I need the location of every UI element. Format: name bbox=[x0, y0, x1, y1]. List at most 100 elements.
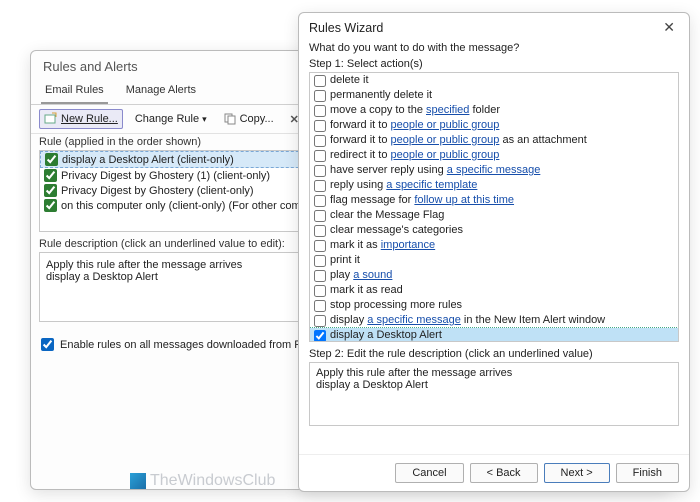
action-text: clear the Message Flag bbox=[330, 208, 444, 223]
change-rule-button[interactable]: Change Rule ▾ bbox=[131, 111, 211, 127]
step2-label: Step 2: Edit the rule description (click… bbox=[309, 342, 679, 362]
action-link[interactable]: a sound bbox=[353, 269, 392, 281]
action-link[interactable]: a specific message bbox=[447, 164, 541, 176]
action-row[interactable]: display a Desktop Alert bbox=[310, 328, 678, 342]
action-row[interactable]: stop processing more rules bbox=[310, 298, 678, 313]
action-text: permanently delete it bbox=[330, 88, 432, 103]
action-row[interactable]: delete it bbox=[310, 73, 678, 88]
action-row[interactable]: mark it as importance bbox=[310, 238, 678, 253]
action-link[interactable]: people or public group bbox=[391, 149, 500, 161]
action-text: move a copy to the specified folder bbox=[330, 103, 500, 118]
action-checkbox[interactable] bbox=[314, 90, 326, 102]
action-row[interactable]: flag message for follow up at this time bbox=[310, 193, 678, 208]
action-row[interactable]: permanently delete it bbox=[310, 88, 678, 103]
new-rule-button[interactable]: New Rule... bbox=[39, 109, 123, 129]
action-checkbox[interactable] bbox=[314, 180, 326, 192]
action-text: flag message for follow up at this time bbox=[330, 193, 514, 208]
rule-text: Privacy Digest by Ghostery (client-only) bbox=[61, 185, 254, 197]
action-text: reply using a specific template bbox=[330, 178, 477, 193]
wizard-header: Rules Wizard ✕ bbox=[299, 13, 689, 40]
action-link[interactable]: specified bbox=[426, 104, 469, 116]
change-rule-label: Change Rule bbox=[135, 113, 199, 125]
action-checkbox[interactable] bbox=[314, 195, 326, 207]
action-link[interactable]: people or public group bbox=[391, 119, 500, 131]
action-link[interactable]: a specific message bbox=[367, 314, 461, 326]
action-link[interactable]: follow up at this time bbox=[414, 194, 514, 206]
chevron-down-icon: ▾ bbox=[202, 114, 207, 125]
action-row[interactable]: play a sound bbox=[310, 268, 678, 283]
action-checkbox[interactable] bbox=[314, 300, 326, 312]
actions-list[interactable]: delete itpermanently delete itmove a cop… bbox=[309, 72, 679, 342]
rss-label: Enable rules on all messages downloaded … bbox=[60, 339, 327, 351]
action-text: display a specific message in the New It… bbox=[330, 313, 605, 328]
action-checkbox[interactable] bbox=[314, 315, 326, 327]
wizard-title: Rules Wizard bbox=[309, 21, 383, 35]
rules-wizard-window: Rules Wizard ✕ What do you want to do wi… bbox=[298, 12, 690, 492]
rule-checkbox[interactable] bbox=[45, 153, 58, 166]
action-row[interactable]: clear the Message Flag bbox=[310, 208, 678, 223]
rule-text: Privacy Digest by Ghostery (1) (client-o… bbox=[61, 170, 270, 182]
action-row[interactable]: clear message's categories bbox=[310, 223, 678, 238]
desc-line: Apply this rule after the message arrive… bbox=[316, 367, 672, 379]
action-row[interactable]: forward it to people or public group as … bbox=[310, 133, 678, 148]
action-text: mark it as importance bbox=[330, 238, 435, 253]
rss-checkbox[interactable] bbox=[41, 338, 54, 351]
action-checkbox[interactable] bbox=[314, 225, 326, 237]
rule-checkbox[interactable] bbox=[44, 199, 57, 212]
action-row[interactable]: display a specific message in the New It… bbox=[310, 313, 678, 328]
next-button[interactable]: Next > bbox=[544, 463, 610, 483]
new-rule-icon bbox=[44, 112, 58, 126]
action-row[interactable]: print it bbox=[310, 253, 678, 268]
action-text: forward it to people or public group bbox=[330, 118, 499, 133]
action-link[interactable]: a specific template bbox=[386, 179, 477, 191]
action-row[interactable]: move a copy to the specified folder bbox=[310, 103, 678, 118]
tab-manage-alerts[interactable]: Manage Alerts bbox=[122, 80, 200, 104]
action-text: redirect it to people or public group bbox=[330, 148, 499, 163]
action-checkbox[interactable] bbox=[314, 150, 326, 162]
action-checkbox[interactable] bbox=[314, 330, 326, 342]
wizard-prompt: What do you want to do with the message? bbox=[309, 42, 679, 58]
finish-button[interactable]: Finish bbox=[616, 463, 679, 483]
action-text: display a Desktop Alert bbox=[330, 328, 442, 342]
rule-text: display a Desktop Alert (client-only) bbox=[62, 154, 234, 166]
action-checkbox[interactable] bbox=[314, 135, 326, 147]
action-text: have server reply using a specific messa… bbox=[330, 163, 540, 178]
action-row[interactable]: redirect it to people or public group bbox=[310, 148, 678, 163]
close-icon[interactable]: ✕ bbox=[659, 19, 679, 36]
wizard-buttons: Cancel < Back Next > Finish bbox=[299, 454, 689, 491]
copy-icon bbox=[223, 112, 237, 126]
action-checkbox[interactable] bbox=[314, 120, 326, 132]
tab-email-rules[interactable]: Email Rules bbox=[41, 80, 108, 104]
action-text: stop processing more rules bbox=[330, 298, 462, 313]
back-button[interactable]: < Back bbox=[470, 463, 538, 483]
action-checkbox[interactable] bbox=[314, 255, 326, 267]
action-checkbox[interactable] bbox=[314, 165, 326, 177]
rule-description-box[interactable]: Apply this rule after the message arrive… bbox=[309, 362, 679, 426]
rule-checkbox[interactable] bbox=[44, 184, 57, 197]
action-checkbox[interactable] bbox=[314, 75, 326, 87]
action-text: play a sound bbox=[330, 268, 392, 283]
rule-text: on this computer only (client-only) (For… bbox=[61, 200, 326, 212]
action-text: mark it as read bbox=[330, 283, 403, 298]
action-checkbox[interactable] bbox=[314, 270, 326, 282]
action-link[interactable]: people or public group bbox=[391, 134, 500, 146]
rule-checkbox[interactable] bbox=[44, 169, 57, 182]
action-checkbox[interactable] bbox=[314, 285, 326, 297]
action-row[interactable]: mark it as read bbox=[310, 283, 678, 298]
action-text: clear message's categories bbox=[330, 223, 463, 238]
action-text: forward it to people or public group as … bbox=[330, 133, 587, 148]
action-row[interactable]: forward it to people or public group bbox=[310, 118, 678, 133]
copy-button[interactable]: Copy... bbox=[219, 110, 278, 128]
action-row[interactable]: have server reply using a specific messa… bbox=[310, 163, 678, 178]
action-text: print it bbox=[330, 253, 360, 268]
copy-label: Copy... bbox=[240, 113, 274, 125]
action-link[interactable]: importance bbox=[381, 239, 435, 251]
new-rule-label: New Rule... bbox=[61, 113, 118, 125]
action-row[interactable]: reply using a specific template bbox=[310, 178, 678, 193]
action-checkbox[interactable] bbox=[314, 210, 326, 222]
action-checkbox[interactable] bbox=[314, 240, 326, 252]
step1-label: Step 1: Select action(s) bbox=[309, 58, 679, 72]
cancel-button[interactable]: Cancel bbox=[395, 463, 463, 483]
desc-line: display a Desktop Alert bbox=[316, 379, 672, 391]
action-checkbox[interactable] bbox=[314, 105, 326, 117]
